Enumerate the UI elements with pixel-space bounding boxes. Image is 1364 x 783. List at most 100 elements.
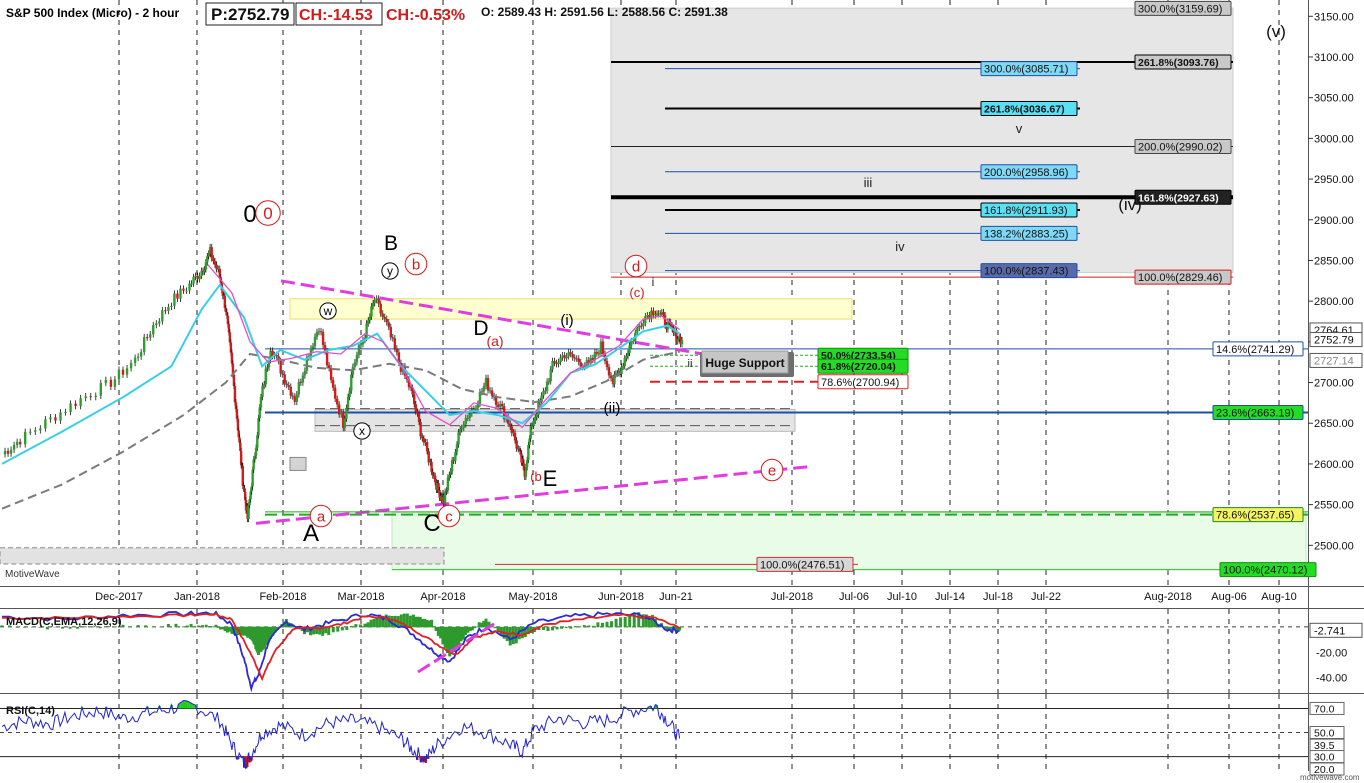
price-candle [542, 391, 545, 396]
price-candle [345, 407, 348, 419]
price-candle [129, 362, 133, 369]
price-candle [34, 430, 37, 432]
price-candle [377, 298, 380, 304]
price-candle [212, 258, 215, 262]
price-candle [391, 337, 395, 339]
macd-hist-bar [340, 626, 344, 631]
fib-label: 78.6%(2537.65) [1216, 510, 1294, 522]
fib-label: 61.8%(2720.04) [821, 361, 896, 373]
macd-hist-bar [587, 625, 591, 628]
macd-hist-bar [596, 622, 600, 628]
price-candle [636, 327, 639, 333]
macd-hist-bar [569, 626, 573, 629]
price-candle [443, 491, 447, 504]
price-candle [39, 428, 42, 431]
price-candle [680, 340, 684, 345]
price-candle [64, 411, 67, 413]
price-candle [549, 369, 552, 382]
lower-zone [0, 547, 445, 565]
rsi-overbought-fill [184, 700, 188, 709]
x-tick-label: Jul-14 [935, 591, 965, 603]
price-candle [545, 381, 549, 391]
macd-hist-bar [520, 626, 524, 639]
fib-label: 100.0%(2829.46) [1138, 272, 1222, 284]
wave-label: d [632, 258, 640, 275]
fib-label: 300.0%(3159.69) [1138, 3, 1222, 15]
price-candle [455, 444, 459, 453]
macd-hist-bar [336, 626, 340, 632]
rsi-title: RSI(C,14) [6, 705, 55, 717]
price-candle [125, 368, 129, 375]
price-candle [379, 303, 382, 314]
price-candle [663, 315, 667, 326]
macd-hist-bar [193, 626, 197, 628]
price-axis-tag-label: 2752.79 [1314, 335, 1354, 347]
price-candle [458, 429, 462, 433]
x-tick-label: Apr-2018 [420, 591, 465, 603]
macd-hist-bar [610, 621, 614, 628]
price-candle [44, 419, 47, 429]
price-candle [6, 451, 10, 454]
price-candle [289, 386, 292, 396]
macd-hist-bar [564, 626, 568, 628]
y-tick-label: 2650.00 [1314, 418, 1354, 430]
wave-label: b [412, 256, 420, 273]
macd-hist-bar [182, 626, 185, 628]
rsi-tick-label: 50.0 [1314, 728, 1335, 740]
price-candle [662, 312, 665, 316]
x-tick-label: Aug-06 [1211, 591, 1246, 603]
wave-label: (iv) [1118, 195, 1142, 214]
wave-label: B [384, 232, 398, 255]
macd-hist-bar [605, 621, 609, 628]
price-candle [333, 387, 337, 399]
macd-hist-bar [136, 625, 140, 628]
price-candle [557, 362, 560, 365]
wave-label: (b [530, 469, 542, 484]
price-candle [464, 417, 468, 425]
price-candle [623, 358, 626, 367]
macd-hist-bar [358, 624, 362, 628]
price-candle [283, 374, 286, 384]
price-candle [179, 288, 182, 299]
price-candle [605, 360, 609, 368]
macd-hist-bar [541, 626, 545, 630]
price-candle [393, 338, 397, 349]
macd-value-tag-label: -2.741 [1314, 625, 1345, 637]
price-candle [446, 477, 450, 491]
wave-label: iv [895, 239, 905, 254]
price-candle [155, 323, 158, 326]
price-candle [509, 423, 512, 427]
price-candle [94, 395, 97, 398]
wave-label: 0 [243, 201, 256, 228]
x-tick-label: Jul-18 [983, 591, 1013, 603]
price-candle [621, 366, 625, 368]
price-candle [359, 344, 363, 346]
y-tick-label: 2500.00 [1314, 540, 1354, 552]
price-candle [121, 369, 125, 375]
macd-hist-bar [159, 626, 163, 628]
wave-label: (i) [560, 312, 573, 329]
price-candle [133, 357, 137, 363]
fib-label: 100.0%(2470.12) [1223, 565, 1307, 577]
price-candle [421, 436, 424, 439]
price-candle [79, 398, 82, 407]
wave-label: (ii) [604, 400, 621, 417]
wave-label: e [768, 462, 776, 479]
fib-label: 100.0%(2476.51) [760, 559, 844, 571]
chart-canvas[interactable]: 300.0%(3159.69) 261.8%(3093.76) 300.0%(308… [0, 0, 1364, 783]
price-candle [385, 318, 388, 323]
price-candle [449, 471, 452, 475]
y-tick-label: 2800.00 [1314, 296, 1354, 308]
price-candle [331, 380, 335, 388]
chart-window: 300.0%(3159.69) 261.8%(3093.76) 300.0%(308… [0, 0, 1364, 783]
price-candle [170, 305, 173, 307]
x-tick-label: Jul-22 [1031, 591, 1061, 603]
price-candle [389, 326, 393, 338]
price-candle [287, 385, 290, 387]
macd-hist-bar [560, 626, 564, 629]
price-candle [89, 396, 92, 398]
price-candle [419, 422, 422, 437]
price-candle [262, 384, 266, 386]
price-candle [448, 474, 451, 478]
wave-label: i [652, 275, 655, 289]
